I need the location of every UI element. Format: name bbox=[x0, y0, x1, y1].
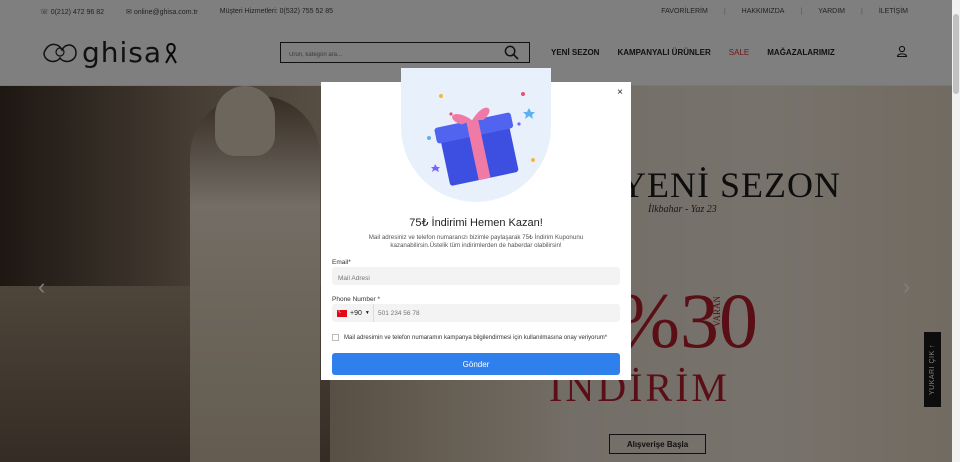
turkey-flag-icon bbox=[337, 308, 347, 317]
email-field[interactable] bbox=[332, 269, 620, 288]
chevron-down-icon: ▼ bbox=[364, 310, 370, 316]
consent-label: Mail adresimin ve telefon numaramın kamp… bbox=[344, 334, 608, 341]
consent-row: Mail adresimin ve telefon numaramın kamp… bbox=[332, 334, 607, 341]
submit-button[interactable]: Gönder bbox=[332, 353, 620, 375]
country-code-select[interactable]: +90 ▼ bbox=[332, 304, 374, 322]
close-icon[interactable]: × bbox=[614, 87, 626, 99]
scrollbar-thumb[interactable] bbox=[953, 14, 959, 94]
gift-illustration bbox=[401, 68, 551, 202]
phone-field-wrapper: +90 ▼ bbox=[332, 304, 620, 322]
page-scrollbar[interactable] bbox=[952, 0, 960, 462]
phone-field[interactable] bbox=[378, 304, 616, 322]
consent-checkbox[interactable] bbox=[332, 334, 339, 341]
email-label: Email* bbox=[332, 259, 351, 266]
popup-description: Mail adresiniz ve telefon numaranızı biz… bbox=[368, 234, 584, 249]
phone-label: Phone Number * bbox=[332, 296, 381, 303]
email-field-wrapper bbox=[332, 267, 620, 288]
gift-icon bbox=[427, 92, 535, 186]
discount-popup: × 75₺ İndirimi Hemen Kazan! Mail adresin… bbox=[321, 68, 631, 380]
popup-title: 75₺ İndirimi Hemen Kazan! bbox=[409, 217, 543, 229]
country-code: +90 bbox=[350, 309, 362, 317]
